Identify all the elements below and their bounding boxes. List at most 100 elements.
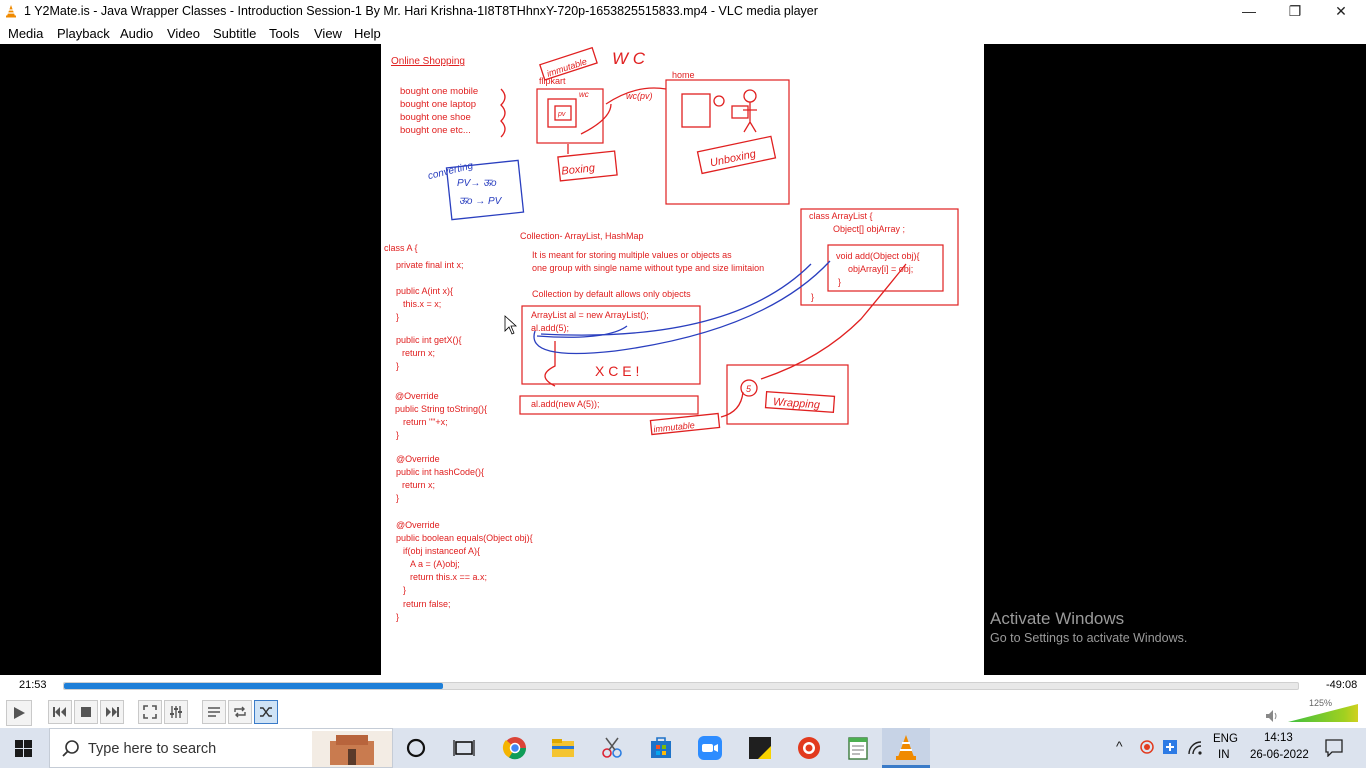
code-line: A a = (A)obj; (410, 559, 460, 569)
play-button[interactable] (6, 700, 32, 726)
code-line: } (396, 493, 399, 503)
shuffle-button[interactable] (254, 700, 278, 724)
elapsed-time: 21:53 (19, 679, 47, 691)
screen-recorder-icon[interactable] (795, 734, 823, 762)
code-line: public String toString(){ (395, 404, 487, 414)
hand-wc: wc (579, 90, 589, 99)
progress-slider[interactable] (63, 682, 1299, 690)
seek-bar: 21:53 -49:08 (0, 675, 1366, 697)
menu-audio[interactable]: Audio (120, 26, 153, 41)
bought-item: bought one laptop (400, 99, 476, 110)
code-line: public int hashCode(){ (396, 467, 484, 477)
playlist-button[interactable] (202, 700, 226, 724)
search-icon (62, 740, 79, 757)
hand-xce: X C E ! (595, 363, 639, 379)
windows-start-icon[interactable] (15, 740, 32, 757)
wifi-icon[interactable] (1187, 740, 1203, 756)
menu-subtitle[interactable]: Subtitle (213, 26, 256, 41)
previous-button[interactable] (48, 700, 72, 724)
fullscreen-icon (143, 705, 157, 719)
collection-desc: one group with single name without type … (532, 263, 764, 273)
notepad-icon[interactable] (844, 734, 872, 762)
code-line: } (403, 585, 406, 595)
fullscreen-button[interactable] (138, 700, 162, 724)
next-button[interactable] (100, 700, 124, 724)
vlc-taskbar-button[interactable] (882, 728, 930, 768)
speaker-icon[interactable] (1266, 710, 1280, 722)
arraylist-class: } (811, 292, 814, 302)
equalizer-icon (170, 706, 182, 718)
minimize-button[interactable]: — (1226, 0, 1272, 23)
code-line: return x; (402, 480, 435, 490)
code-line: return x; (402, 348, 435, 358)
hand-boxing: Boxing (561, 162, 597, 178)
stop-icon (81, 707, 91, 717)
search-placeholder: Type here to search (88, 741, 217, 757)
hand-immutable: immutable (546, 56, 589, 78)
sticky-notes-icon[interactable] (746, 734, 774, 762)
collection-desc: It is meant for storing multiple values … (532, 250, 732, 260)
stop-button[interactable] (74, 700, 98, 724)
menu-view[interactable]: View (314, 26, 342, 41)
extended-settings-button[interactable] (164, 700, 188, 724)
zoom-icon[interactable] (696, 734, 724, 762)
clock-date[interactable]: 26-06-2022 (1250, 749, 1309, 761)
collection-title: Collection- ArrayList, HashMap (520, 231, 644, 241)
arraylist-code: al.add(5); (531, 323, 569, 333)
code-line: private final int x; (396, 260, 464, 270)
task-view-icon[interactable] (450, 734, 478, 762)
arraylist-class: class ArrayList { (809, 211, 873, 221)
hand-wc-title: W C (612, 49, 646, 68)
language-indicator[interactable]: ENG (1213, 733, 1238, 745)
code-line: } (396, 312, 399, 322)
lecture-slide: Online Shopping bought one mobile bought… (381, 44, 984, 675)
menu-media[interactable]: Media (8, 26, 43, 41)
hand-immutable-2: immutable (653, 420, 695, 434)
chrome-icon[interactable] (501, 734, 529, 762)
volume-slider[interactable]: 125% (1266, 698, 1360, 723)
vlc-cone-icon (6, 5, 16, 18)
clock-time[interactable]: 14:13 (1264, 732, 1293, 744)
language-region: IN (1218, 749, 1230, 761)
code-line: } (396, 612, 399, 622)
recording-indicator-icon[interactable] (1140, 740, 1154, 754)
window-title: 1 Y2Mate.is - Java Wrapper Classes - Int… (24, 4, 818, 18)
home-label: home (672, 70, 695, 80)
activate-windows-subtitle: Go to Settings to activate Windows. (990, 631, 1188, 645)
bought-item: bought one etc... (400, 125, 471, 136)
hand-wcpv: wc(pv) (626, 91, 653, 101)
add-icon[interactable] (1163, 740, 1177, 754)
menu-tools[interactable]: Tools (269, 26, 299, 41)
code-line: class A { (384, 243, 418, 253)
loop-icon (234, 706, 246, 718)
menu-help[interactable]: Help (354, 26, 381, 41)
notifications-icon[interactable] (1325, 739, 1343, 757)
code-line: public A(int x){ (396, 286, 453, 296)
maximize-button[interactable]: ❐ (1272, 0, 1318, 23)
remaining-time: -49:08 (1326, 679, 1358, 691)
taskbar-search-box[interactable]: Type here to search (49, 728, 393, 768)
playlist-icon (208, 707, 220, 717)
file-explorer-icon[interactable] (549, 734, 577, 762)
code-line: return false; (403, 599, 451, 609)
next-icon (106, 707, 119, 717)
close-button[interactable]: ✕ (1318, 0, 1364, 23)
snipping-tool-icon[interactable] (598, 734, 626, 762)
progress-fill (64, 683, 443, 689)
chevron-up-icon[interactable]: ^ (1116, 738, 1123, 754)
menu-video[interactable]: Video (167, 26, 200, 41)
arraylist-class: } (838, 277, 841, 287)
code-line: } (396, 361, 399, 371)
cortana-icon[interactable] (402, 734, 430, 762)
video-area[interactable]: Online Shopping bought one mobile bought… (0, 44, 1366, 675)
menu-playback[interactable]: Playback (57, 26, 110, 41)
code-line: @Override (396, 454, 440, 464)
vlc-icon (896, 735, 916, 760)
hand-pv-wc: PV→ ऊo (457, 178, 497, 189)
hand-five: 5 (746, 384, 752, 394)
loop-button[interactable] (228, 700, 252, 724)
microsoft-store-icon[interactable] (647, 734, 675, 762)
hand-wc-pv: ऊo → PV (459, 196, 503, 207)
volume-percent: 125% (1308, 698, 1332, 708)
wrapped-add-code: al.add(new A(5)); (531, 399, 600, 409)
